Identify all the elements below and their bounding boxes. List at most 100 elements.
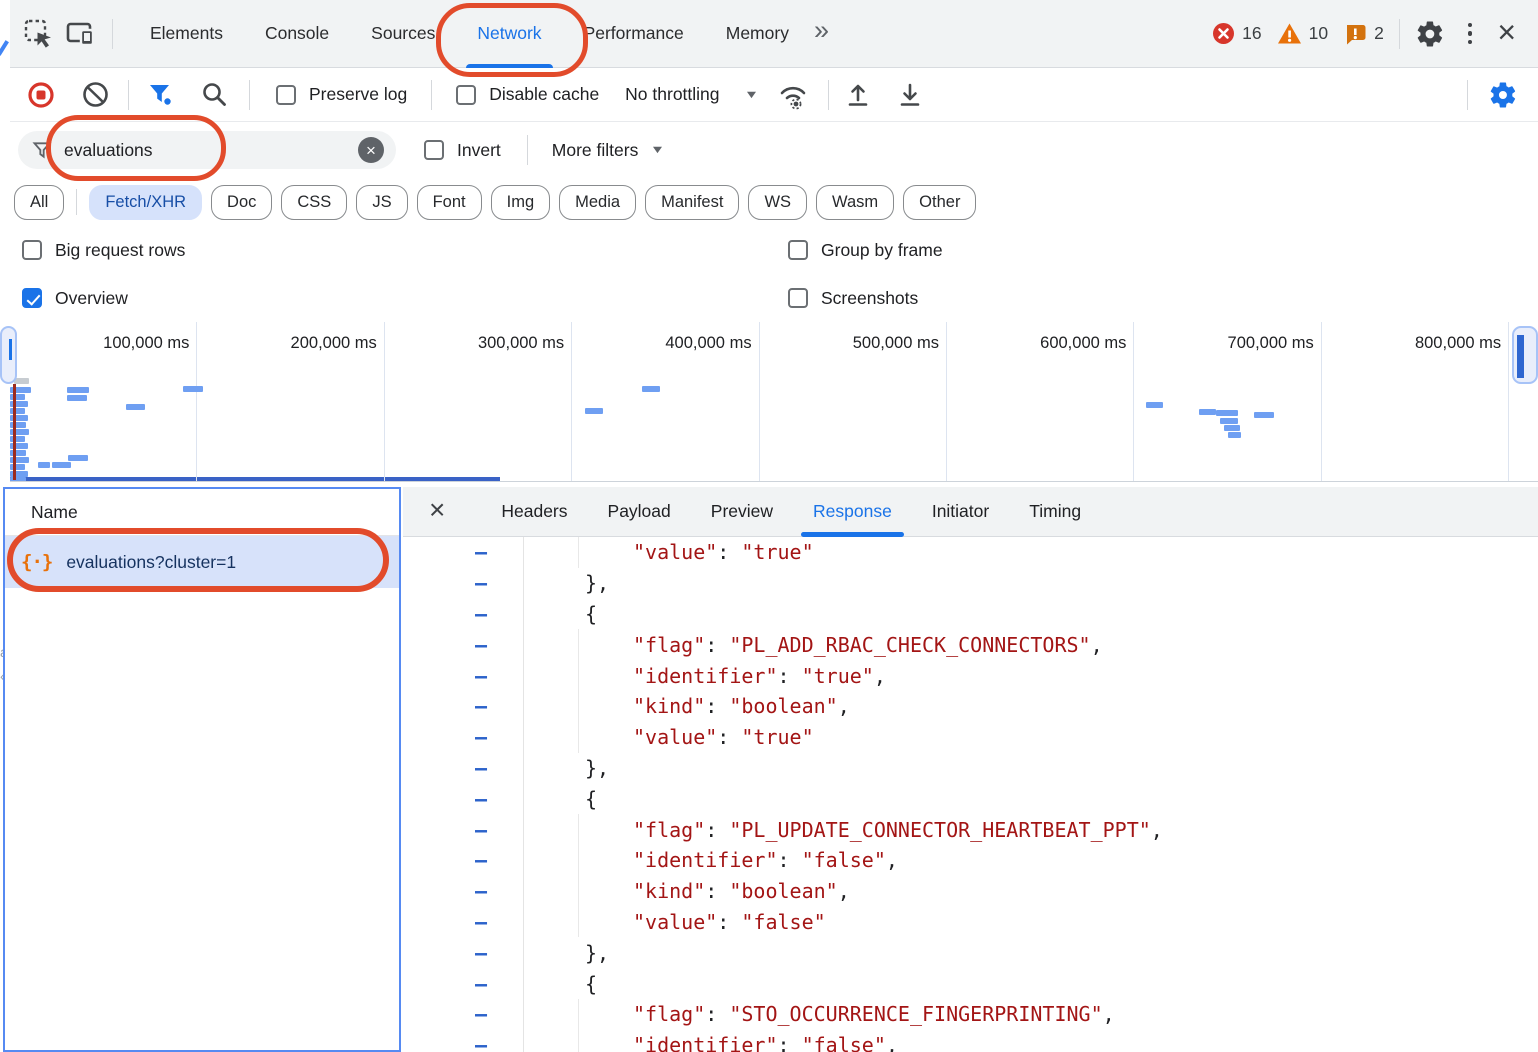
response-line: –{ (403, 599, 1538, 630)
settings-gear-icon[interactable] (1415, 19, 1445, 49)
clear-network-log-icon[interactable] (74, 74, 116, 116)
export-har-icon[interactable] (889, 74, 931, 116)
string-token: "identifier" (633, 1033, 778, 1052)
request-timing-bar (1224, 425, 1240, 431)
detail-tab-headers[interactable]: Headers (481, 487, 587, 537)
group-by-frame-option[interactable]: Group by frame (788, 240, 1538, 261)
detail-tab-timing[interactable]: Timing (1009, 487, 1101, 537)
overview-right-handle[interactable] (1512, 326, 1538, 384)
more-filters-dropdown[interactable]: More filters ▼ (552, 140, 663, 161)
string-token: "boolean" (729, 879, 837, 903)
network-conditions-icon[interactable] (772, 74, 814, 116)
issues-badge[interactable]: 2 (1343, 22, 1384, 46)
detail-tab-initiator[interactable]: Initiator (912, 487, 1009, 537)
tab-label: Memory (726, 23, 789, 44)
chip-manifest[interactable]: Manifest (645, 185, 739, 220)
filter-input[interactable] (64, 140, 358, 161)
timeline-section: 500,000 ms (760, 322, 947, 482)
request-timing-bar (1254, 412, 1274, 418)
detail-tab-preview[interactable]: Preview (691, 487, 793, 537)
response-line-code: { (523, 783, 597, 814)
punctuation-token: , (874, 664, 886, 688)
string-token: "boolean" (729, 694, 837, 718)
string-token: "true" (741, 725, 813, 749)
network-overview-timeline[interactable]: 100,000 ms200,000 ms300,000 ms400,000 ms… (10, 322, 1538, 482)
tab-elements[interactable]: Elements (129, 0, 244, 68)
screenshots-option[interactable]: Screenshots (788, 288, 1538, 309)
detail-tab-label: Preview (711, 501, 773, 522)
preserve-log-checkbox[interactable] (276, 85, 296, 105)
request-name: evaluations?cluster=1 (66, 552, 236, 573)
response-line: –"identifier": "true", (403, 660, 1538, 691)
screenshots-checkbox[interactable] (788, 288, 808, 308)
import-har-icon[interactable] (837, 74, 879, 116)
warning-badge[interactable]: 10 (1277, 22, 1328, 45)
tab-console[interactable]: Console (244, 0, 350, 68)
tab-sources[interactable]: Sources (350, 0, 456, 68)
response-line-code: "identifier": "true", (523, 660, 886, 691)
close-detail-icon[interactable]: × (403, 494, 455, 530)
preserve-log-option[interactable]: Preserve log (276, 84, 407, 105)
string-token: "false" (741, 910, 825, 934)
inspect-element-icon[interactable] (18, 13, 60, 55)
chip-css[interactable]: CSS (281, 185, 347, 220)
big-request-rows-checkbox[interactable] (22, 240, 42, 260)
invert-checkbox[interactable] (424, 140, 444, 160)
request-row-selected[interactable]: {·} evaluations?cluster=1 (5, 536, 399, 588)
issues-icon (1343, 22, 1367, 46)
big-request-rows-label: Big request rows (55, 240, 185, 261)
tab-memory[interactable]: Memory (705, 0, 810, 68)
chip-media[interactable]: Media (559, 185, 636, 220)
device-toolbar-icon[interactable] (60, 13, 102, 55)
chip-other[interactable]: Other (903, 185, 976, 220)
overview-checkbox[interactable] (22, 288, 42, 308)
timeline-tick-label: 600,000 ms (1040, 334, 1126, 353)
punctuation-token: , (886, 848, 898, 872)
punctuation-token: : (705, 694, 729, 718)
json-xhr-icon: {·} (21, 551, 52, 573)
tab-performance[interactable]: Performance (563, 0, 705, 68)
search-icon[interactable] (193, 74, 235, 116)
group-by-frame-checkbox[interactable] (788, 240, 808, 260)
error-badge[interactable]: 16 (1212, 22, 1261, 45)
tab-network[interactable]: Network (456, 0, 562, 68)
response-line: –"identifier": "false", (403, 1030, 1538, 1052)
big-request-rows-option[interactable]: Big request rows (22, 240, 185, 261)
chip-img[interactable]: Img (491, 185, 551, 220)
overview-left-handle[interactable] (0, 326, 17, 384)
detail-tab-response[interactable]: Response (793, 487, 912, 537)
chip-doc[interactable]: Doc (211, 185, 272, 220)
chip-font[interactable]: Font (417, 185, 482, 220)
disable-cache-option[interactable]: Disable cache (456, 84, 599, 105)
kebab-menu-icon[interactable] (1460, 23, 1481, 45)
timeline-section: 400,000 ms (572, 322, 759, 482)
overview-option[interactable]: Overview (22, 288, 128, 309)
more-tabs-icon[interactable]: » (810, 15, 839, 52)
chip-all[interactable]: All (14, 185, 64, 220)
record-network-log-icon[interactable] (20, 74, 62, 116)
chip-wasm[interactable]: Wasm (816, 185, 894, 220)
detail-tab-payload[interactable]: Payload (588, 487, 691, 537)
response-content[interactable]: –"value": "true"–},–{–"flag": "PL_ADD_RB… (403, 537, 1538, 1052)
network-settings-gear-icon[interactable] (1482, 74, 1524, 116)
response-line: –{ (403, 783, 1538, 814)
tab-label: Network (477, 23, 541, 44)
close-devtools-icon[interactable]: × (1495, 16, 1522, 52)
response-line: –"flag": "PL_UPDATE_CONNECTOR_HEARTBEAT_… (403, 814, 1538, 845)
clear-filter-icon[interactable]: × (358, 137, 384, 163)
filter-funnel-icon (32, 140, 52, 160)
string-token: "value" (633, 725, 717, 749)
throttling-dropdown[interactable]: No throttling ▼ (625, 84, 756, 105)
filter-icon[interactable] (139, 74, 181, 116)
selected-tab-underline (801, 532, 904, 537)
line-marker: – (403, 941, 523, 965)
name-column-header[interactable]: Name (5, 489, 399, 536)
disable-cache-checkbox[interactable] (456, 85, 476, 105)
response-line-code: "flag": "STO_OCCURRENCE_FINGERPRINTING", (523, 999, 1115, 1030)
chip-js[interactable]: JS (356, 185, 407, 220)
chip-fetch-xhr[interactable]: Fetch/XHR (89, 185, 202, 220)
invert-option[interactable]: Invert (424, 140, 501, 161)
response-line: –}, (403, 568, 1538, 599)
line-marker: – (403, 848, 523, 872)
chip-ws[interactable]: WS (748, 185, 807, 220)
